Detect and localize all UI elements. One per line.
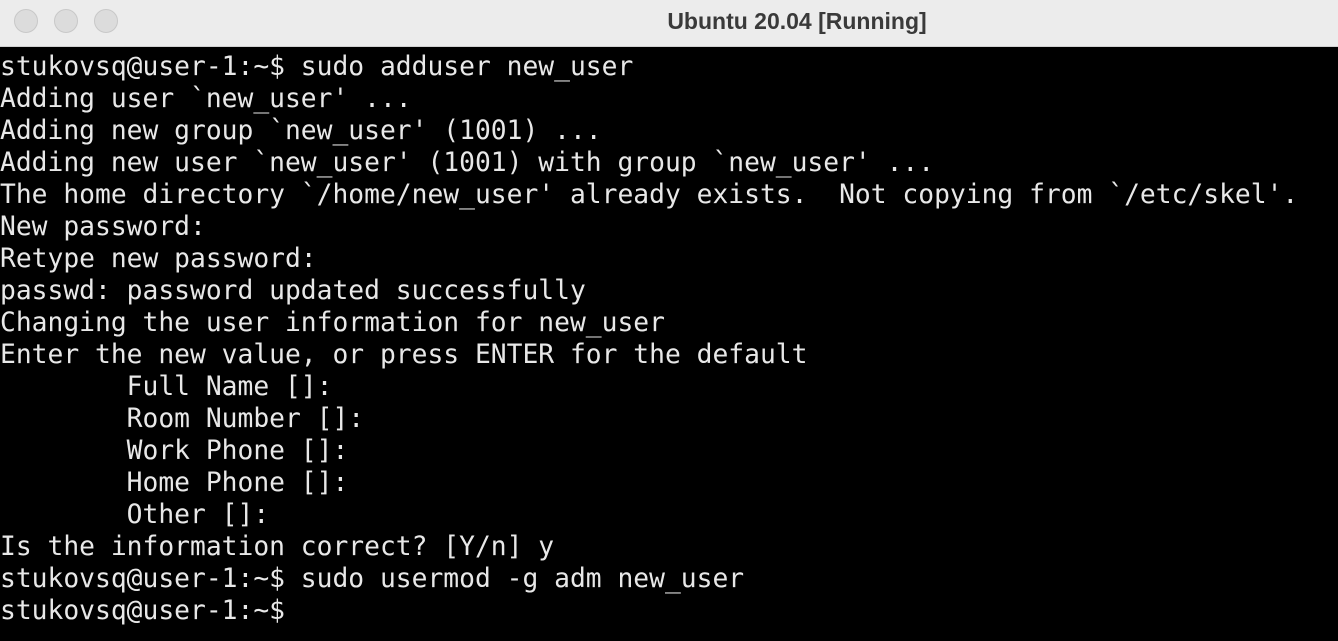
terminal-line: Adding user `new_user' ... [0,84,412,114]
terminal-line: Enter the new value, or press ENTER for … [0,340,808,370]
terminal-screen[interactable]: stukovsq@user-1:~$ sudo adduser new_user… [0,51,1338,641]
window-title: Ubuntu 20.04 [Running] [667,8,927,34]
terminal-line: passwd: password updated successfully [0,276,586,306]
terminal-prompt-line: stukovsq@user-1:~$ [0,596,285,626]
terminal-line: stukovsq@user-1:~$ sudo usermod -g adm n… [0,564,745,594]
terminal-line: Home Phone []: [0,468,349,498]
terminal-line: New password: [0,212,206,242]
terminal-line: Is the information correct? [Y/n] y [0,532,555,562]
terminal-line: stukovsq@user-1:~$ sudo adduser new_user [0,52,634,82]
terminal-line: Full Name []: [0,372,333,402]
terminal-line: Changing the user information for new_us… [0,308,665,338]
terminal-line: Other []: [0,500,270,530]
title-bar: Ubuntu 20.04 [Running] [0,0,1338,47]
terminal-line: Retype new password: [0,244,317,274]
terminal-line: Adding new group `new_user' (1001) ... [0,116,602,146]
terminal-line: Work Phone []: [0,436,349,466]
terminal-line: Adding new user `new_user' (1001) with g… [0,148,935,178]
terminal-line: Room Number []: [0,404,365,434]
vm-window: Ubuntu 20.04 [Running] stukovsq@user-1:~… [0,0,1338,641]
terminal-line: The home directory `/home/new_user' alre… [0,180,1299,210]
